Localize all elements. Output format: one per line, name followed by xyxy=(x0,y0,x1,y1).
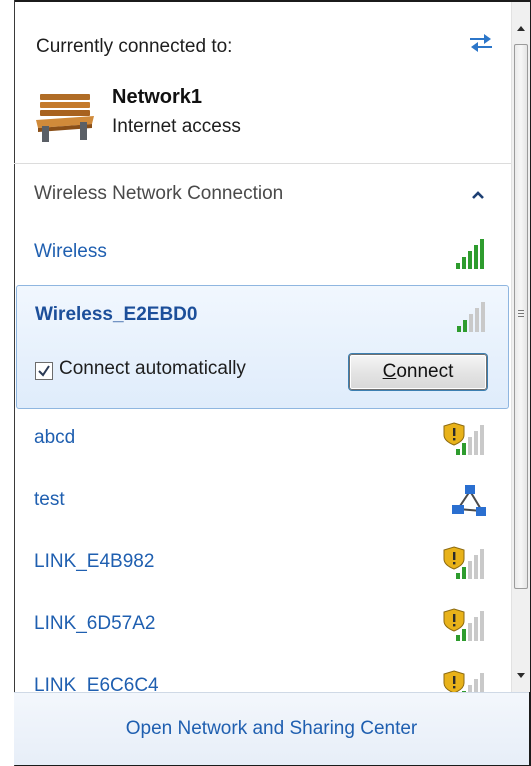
connect-button[interactable]: Connect xyxy=(349,354,487,390)
network-item-wireless[interactable]: Wireless xyxy=(14,223,511,285)
network-item-link-e6c6c4[interactable]: LINK_E6C6C4 xyxy=(14,657,511,692)
network-name: LINK_6D57A2 xyxy=(34,613,156,634)
current-network-status: Internet access xyxy=(112,116,241,137)
security-warning-signal-icon xyxy=(443,608,484,641)
adhoc-network-icon xyxy=(452,485,486,516)
chevron-up-icon[interactable] xyxy=(470,189,486,201)
network-name: LINK_E4B982 xyxy=(34,551,155,572)
vertical-scrollbar[interactable] xyxy=(511,2,530,692)
network-item-abcd[interactable]: abcd xyxy=(14,409,511,471)
network-list-panel: Currently connected to: Network1 Interne… xyxy=(14,2,511,692)
connect-label-rest: onnect xyxy=(396,361,454,382)
scrollbar-thumb[interactable] xyxy=(514,44,528,589)
flyout-footer: Open Network and Sharing Center xyxy=(14,692,529,765)
checkmark-icon xyxy=(38,365,50,377)
flyout-left-border xyxy=(0,0,15,766)
signal-strength-icon xyxy=(456,239,484,269)
divider xyxy=(14,163,511,164)
security-warning-signal-icon xyxy=(443,670,484,692)
connect-automatically-label: Connect automatically xyxy=(59,358,246,379)
open-network-sharing-center-link[interactable]: Open Network and Sharing Center xyxy=(14,718,529,740)
security-warning-signal-icon xyxy=(443,422,484,455)
scrollbar-grip-icon xyxy=(518,310,524,317)
network-name: LINK_E6C6C4 xyxy=(34,675,159,692)
current-network-name: Network1 xyxy=(112,86,203,108)
network-item-test[interactable]: test xyxy=(14,471,511,533)
connected-to-label: Currently connected to: xyxy=(36,36,233,57)
network-item-selected[interactable]: Wireless_E2EBD0 Connect automatically Co… xyxy=(16,285,509,409)
network-name: Wireless_E2EBD0 xyxy=(35,304,198,325)
scroll-up-arrow-icon[interactable] xyxy=(512,20,530,38)
network-item-link-6d57a2[interactable]: LINK_6D57A2 xyxy=(14,595,511,657)
signal-strength-icon xyxy=(457,302,485,332)
network-item-link-e4b982[interactable]: LINK_E4B982 xyxy=(14,533,511,595)
security-warning-signal-icon xyxy=(443,546,484,579)
section-title: Wireless Network Connection xyxy=(34,183,284,204)
refresh-icon[interactable] xyxy=(466,28,496,54)
connect-accesskey: C xyxy=(382,361,397,382)
network-name: test xyxy=(34,489,65,510)
network-name: abcd xyxy=(34,427,76,448)
public-network-bench-icon xyxy=(36,94,94,142)
network-name: Wireless xyxy=(34,241,107,262)
scroll-down-arrow-icon[interactable] xyxy=(512,666,530,684)
connect-automatically-checkbox[interactable] xyxy=(35,362,53,380)
